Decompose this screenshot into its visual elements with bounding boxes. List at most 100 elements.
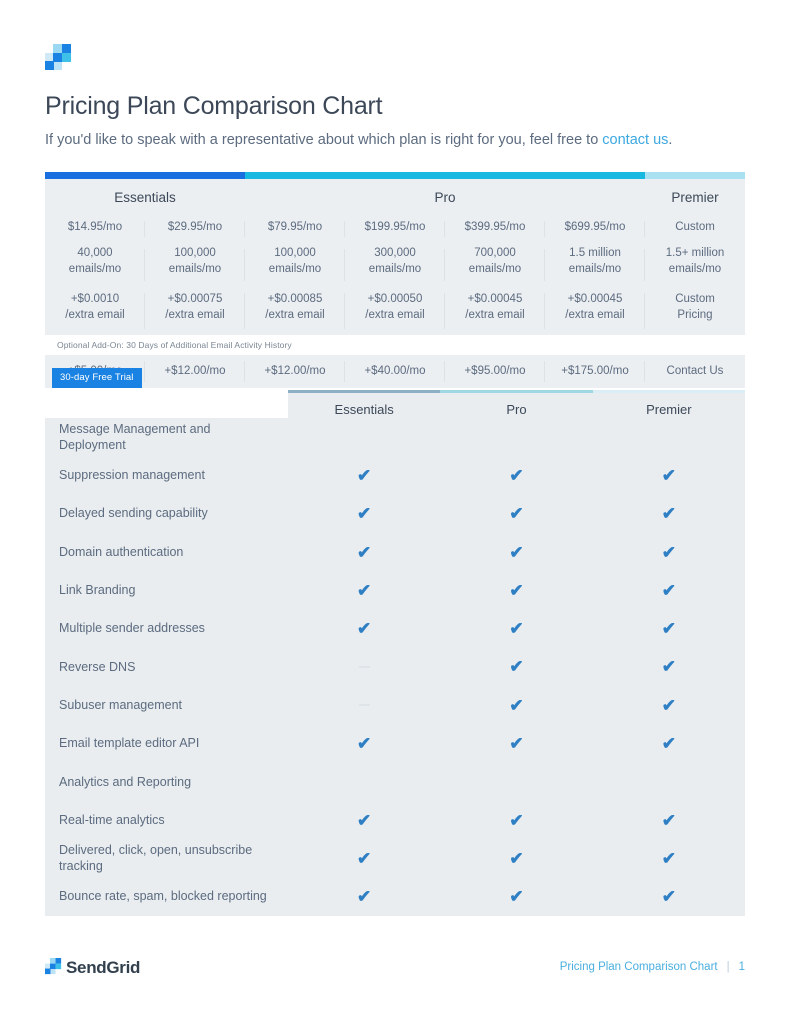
checkmark-icon: ✔ <box>357 810 372 830</box>
addon-price-row: +$5.00/mo +$12.00/mo +$12.00/mo +$40.00/… <box>45 355 745 388</box>
feature-cell-pro: ✔ <box>440 850 592 867</box>
checkmark-icon: ✔ <box>509 657 524 677</box>
tier-bar-essentials <box>45 172 245 179</box>
feature-availability-cells: ✔ ✔ ✔ <box>288 850 745 867</box>
checkmark-icon: ✔ <box>357 504 372 524</box>
feature-row: Suppression management ✔ ✔ ✔ <box>45 456 745 494</box>
checkmark-icon: ✔ <box>661 887 676 907</box>
feature-label: Suppression management <box>59 468 205 483</box>
addon-price-cell: +$12.00/mo <box>245 355 345 388</box>
tier-name-premier: Premier <box>671 189 719 205</box>
price-cell: $29.95/mo <box>145 215 245 243</box>
feature-row: Reverse DNS ✔ ✔ <box>45 648 745 686</box>
feature-row: Email template editor API ✔ ✔ ✔ <box>45 724 745 762</box>
feature-cell-premier: ✔ <box>593 888 745 905</box>
extra-email-rate-row: +$0.0010/extra email +$0.00075/extra ema… <box>45 287 745 335</box>
feature-cell-essentials: ✔ <box>288 467 440 484</box>
extra-rate-cell: +$0.00045/extra email <box>445 287 545 335</box>
addon-price-cell: +$12.00/mo <box>145 355 245 388</box>
footer-meta: Pricing Plan Comparison Chart | 1 <box>560 961 745 973</box>
subtitle-prefix: If you'd like to speak with a representa… <box>45 132 603 148</box>
feature-cell-pro: ✔ <box>440 888 592 905</box>
price-cell: $699.95/mo <box>545 215 645 243</box>
checkmark-icon: ✔ <box>661 542 676 562</box>
feature-label: Delivered, click, open, unsubscribe trac… <box>59 842 253 874</box>
contact-us-link[interactable]: contact us <box>602 132 668 148</box>
feature-cell-pro: ✔ <box>440 735 592 752</box>
sendgrid-square-logo-icon <box>45 44 71 70</box>
feature-cell-premier: ✔ <box>593 735 745 752</box>
addon-price-cell: Contact Us <box>666 365 724 377</box>
feature-cell-essentials: ✔ <box>288 735 440 752</box>
checkmark-icon: ✔ <box>661 619 676 639</box>
checkmark-icon: ✔ <box>509 810 524 830</box>
feature-availability-cells: ✔ ✔ ✔ <box>288 544 745 561</box>
tier-names-row: Essentials Pro Premier <box>45 179 745 215</box>
document-page: Pricing Plan Comparison Chart If you'd l… <box>0 0 790 1022</box>
pricing-table: Essentials Pro Premier $14.95/mo $29.95/… <box>45 172 745 388</box>
checkmark-icon: ✔ <box>661 504 676 524</box>
price-cell: $399.95/mo <box>445 215 545 243</box>
feature-label: Subuser management <box>59 697 182 712</box>
addon-price-cell: +$40.00/mo <box>345 355 445 388</box>
feature-row: Bounce rate, spam, blocked reporting ✔ ✔ ✔ <box>45 878 745 916</box>
volume-cell: 40,000 emails/mo <box>45 243 145 287</box>
tier-name-pro: Pro <box>434 189 456 205</box>
checkmark-icon: ✔ <box>661 695 676 715</box>
footer-brand: SendGrid <box>66 958 141 977</box>
feature-group-row: Analytics and Reporting <box>45 763 745 801</box>
volume-cell: 300,000 emails/mo <box>345 243 445 287</box>
extra-rate-cell: +$0.00075/extra email <box>145 287 245 335</box>
feature-availability-cells: ✔ ✔ ✔ <box>288 812 745 829</box>
tier-name-essentials: Essentials <box>114 189 176 205</box>
feature-row: Delayed sending capability ✔ ✔ ✔ <box>45 495 745 533</box>
price-cell: $79.95/mo <box>245 215 345 243</box>
feature-row: Domain authentication ✔ ✔ ✔ <box>45 533 745 571</box>
feature-group-label: Message Management and Deployment <box>59 421 211 453</box>
checkmark-icon: ✔ <box>509 542 524 562</box>
checkmark-icon: ✔ <box>509 887 524 907</box>
volume-cell: 100,000 emails/mo <box>145 243 245 287</box>
page-subtitle: If you'd like to speak with a representa… <box>45 132 672 148</box>
feature-cell-pro: ✔ <box>440 544 592 561</box>
feature-cell-premier: ✔ <box>593 505 745 522</box>
feature-cell-essentials: ✔ <box>288 505 440 522</box>
feature-column-premier: Premier <box>646 402 692 417</box>
feature-cell-essentials <box>288 658 440 675</box>
extra-rate-cell: +$0.00085/extra email <box>245 287 345 335</box>
feature-cell-essentials: ✔ <box>288 850 440 867</box>
feature-cell-premier: ✔ <box>593 850 745 867</box>
feature-column-essentials: Essentials <box>334 402 394 417</box>
feature-row: Delivered, click, open, unsubscribe trac… <box>45 839 745 877</box>
checkmark-icon: ✔ <box>509 580 524 600</box>
checkmark-icon: ✔ <box>357 734 372 754</box>
feature-column-pro: Pro <box>506 402 527 417</box>
checkmark-icon: ✔ <box>661 810 676 830</box>
free-trial-badge[interactable]: 30-day Free Trial <box>52 368 142 388</box>
feature-row: Multiple sender addresses ✔ ✔ ✔ <box>45 609 745 647</box>
feature-cell-premier: ✔ <box>593 467 745 484</box>
checkmark-icon: ✔ <box>661 465 676 485</box>
footer-doc-title: Pricing Plan Comparison Chart <box>559 961 718 973</box>
checkmark-icon: ✔ <box>661 657 676 677</box>
feature-row: Subuser management ✔ ✔ <box>45 686 745 724</box>
feature-group-label: Analytics and Reporting <box>59 774 192 789</box>
feature-cell-pro: ✔ <box>440 697 592 714</box>
feature-cell-premier: ✔ <box>593 544 745 561</box>
checkmark-icon: ✔ <box>509 848 524 868</box>
feature-cell-pro: ✔ <box>440 582 592 599</box>
feature-cell-premier: ✔ <box>593 620 745 637</box>
checkmark-icon: ✔ <box>357 848 372 868</box>
feature-label: Email template editor API <box>59 736 200 751</box>
feature-cell-essentials: ✔ <box>288 812 440 829</box>
extra-rate-cell: +$0.00045/extra email <box>545 287 645 335</box>
checkmark-icon: ✔ <box>509 465 524 485</box>
feature-cell-pro: ✔ <box>440 658 592 675</box>
feature-table-header: Essentials Pro Premier <box>288 390 745 426</box>
price-cell: Custom <box>675 221 715 233</box>
checkmark-icon: ✔ <box>357 542 372 562</box>
volume-row: 40,000 emails/mo 100,000 emails/mo 100,000… <box>45 243 745 287</box>
checkmark-icon: ✔ <box>509 734 524 754</box>
checkmark-icon: ✔ <box>357 619 372 639</box>
dash-icon <box>358 665 370 668</box>
